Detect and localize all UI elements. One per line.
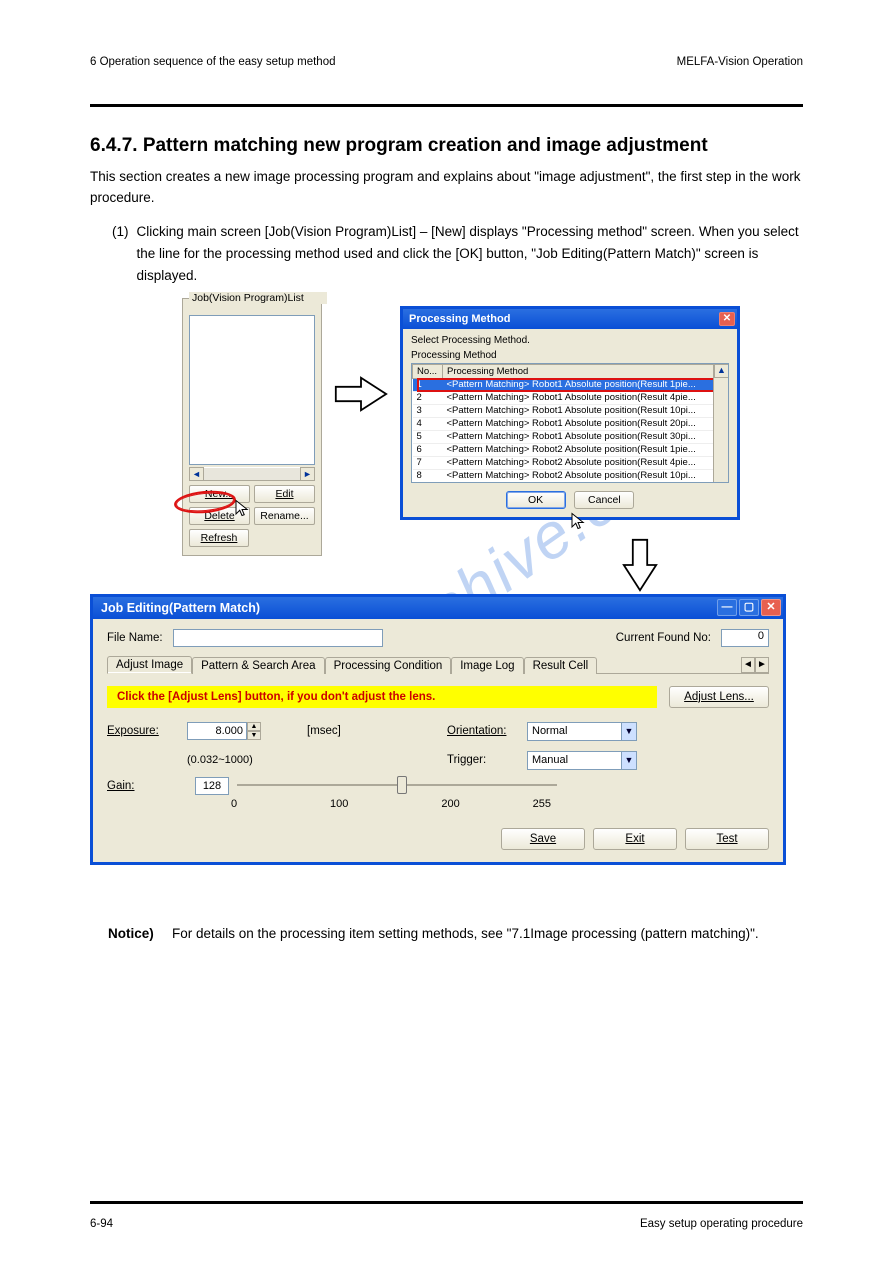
scroll-left-icon[interactable]: ◄ [189, 467, 204, 481]
chevron-down-icon[interactable]: ▼ [621, 723, 636, 740]
minimize-icon[interactable]: — [717, 599, 737, 616]
gain-slider[interactable] [237, 774, 557, 798]
table-row[interactable]: 4<Pattern Matching> Robot1 Absolute posi… [413, 417, 728, 430]
cursor-icon [569, 512, 587, 530]
maximize-icon[interactable]: ▢ [739, 599, 759, 616]
step-text: Clicking main screen [Job(Vision Program… [137, 221, 804, 288]
cancel-button[interactable]: Cancel [574, 491, 634, 509]
hscrollbar[interactable]: ◄ ► [189, 467, 315, 481]
ok-button[interactable]: OK [506, 491, 566, 509]
je-title: Job Editing(Pattern Match) [101, 601, 260, 615]
chevron-up-icon[interactable]: ▲ [247, 722, 261, 731]
table-row[interactable]: 6<Pattern Matching> Robot2 Absolute posi… [413, 443, 728, 456]
flow-arrow-down-icon [620, 538, 660, 592]
vscrollbar[interactable]: ▲ [713, 364, 728, 482]
table-row[interactable]: 8<Pattern Matching> Robot2 Absolute posi… [413, 469, 728, 482]
current-found-field: 0 [721, 629, 769, 647]
current-found-label: Current Found No: [616, 632, 711, 644]
job-editing-window: Job Editing(Pattern Match) — ▢ ✕ File Na… [90, 594, 786, 865]
file-name-field[interactable] [173, 629, 383, 647]
gain-label: Gain: [107, 780, 135, 792]
tab-result-cell[interactable]: Result Cell [524, 657, 598, 674]
tab-image-log[interactable]: Image Log [451, 657, 523, 674]
job-list-title: Job(Vision Program)List [189, 292, 327, 304]
exposure-unit: [msec] [307, 725, 387, 737]
step-number: (1) [112, 221, 129, 288]
chevron-down-icon[interactable]: ▼ [247, 731, 261, 740]
header-chapter: 6 Operation sequence of the easy setup m… [90, 56, 336, 68]
trigger-dropdown[interactable]: Manual▼ [527, 751, 637, 770]
pm-col-method[interactable]: Processing Method [443, 364, 728, 378]
cursor-icon [233, 499, 251, 517]
header-title: MELFA-Vision Operation [677, 56, 803, 68]
info-banner: Click the [Adjust Lens] button, if you d… [107, 686, 657, 708]
pm-group-label: Processing Method [411, 350, 729, 361]
exit-button[interactable]: Exit [593, 828, 677, 850]
exposure-range: (0.032~1000) [187, 754, 387, 766]
gain-tick-labels: 0 100 200 255 [231, 798, 551, 810]
tab-scroll-right-icon[interactable]: ► [755, 657, 769, 673]
tab-pattern-search[interactable]: Pattern & Search Area [192, 657, 324, 674]
gain-value[interactable]: 128 [195, 777, 229, 795]
close-icon[interactable]: ✕ [719, 312, 735, 326]
header-rule [90, 104, 803, 107]
exposure-spinner[interactable]: 8.000 ▲▼ [187, 722, 307, 740]
job-list-box[interactable] [189, 315, 315, 465]
close-icon[interactable]: ✕ [761, 599, 781, 616]
table-row[interactable]: 7<Pattern Matching> Robot2 Absolute posi… [413, 456, 728, 469]
orientation-label: Orientation: [447, 725, 506, 737]
footer-title: Easy setup operating procedure [640, 1218, 803, 1230]
chevron-down-icon[interactable]: ▼ [621, 752, 636, 769]
processing-method-dialog: Processing Method ✕ Select Processing Me… [400, 306, 740, 520]
section-title: 6.4.7. Pattern matching new program crea… [90, 135, 803, 157]
table-row[interactable]: 2<Pattern Matching> Robot1 Absolute posi… [413, 391, 728, 404]
tab-row: Adjust Image Pattern & Search Area Proce… [107, 655, 769, 674]
orientation-dropdown[interactable]: Normal▼ [527, 722, 637, 741]
job-list-panel: Job(Vision Program)List ◄ ► New... Edit … [182, 298, 322, 556]
section-intro: This section creates a new image process… [90, 167, 803, 209]
edit-button[interactable]: Edit [254, 485, 315, 503]
scroll-right-icon[interactable]: ► [300, 467, 315, 481]
table-row[interactable]: 5<Pattern Matching> Robot1 Absolute posi… [413, 430, 728, 443]
file-name-label: File Name: [107, 632, 163, 644]
pm-subtitle: Select Processing Method. [411, 335, 729, 346]
scroll-up-icon[interactable]: ▲ [714, 364, 729, 378]
adjust-lens-button[interactable]: Adjust Lens... [669, 686, 769, 708]
tab-adjust-image[interactable]: Adjust Image [107, 656, 192, 674]
trigger-label: Trigger: [447, 754, 486, 766]
pm-table[interactable]: No... Processing Method 1<Pattern Matchi… [412, 364, 728, 483]
tab-scroll-left-icon[interactable]: ◄ [741, 657, 755, 673]
flow-arrow-right-icon [334, 374, 388, 414]
notice-label: Notice) [90, 926, 162, 941]
test-button[interactable]: Test [685, 828, 769, 850]
tab-processing-cond[interactable]: Processing Condition [325, 657, 452, 674]
table-row[interactable]: 3<Pattern Matching> Robot1 Absolute posi… [413, 404, 728, 417]
notice-text: For details on the processing item setti… [172, 926, 803, 941]
exposure-label: Exposure: [107, 725, 159, 737]
pm-col-no[interactable]: No... [413, 364, 443, 378]
save-button[interactable]: Save [501, 828, 585, 850]
refresh-button[interactable]: Refresh [189, 529, 249, 547]
page-number: 6-94 [90, 1218, 113, 1230]
pm-title: Processing Method [409, 313, 510, 325]
rename-button[interactable]: Rename... [254, 507, 315, 525]
table-row[interactable]: 1<Pattern Matching> Robot1 Absolute posi… [413, 378, 728, 391]
